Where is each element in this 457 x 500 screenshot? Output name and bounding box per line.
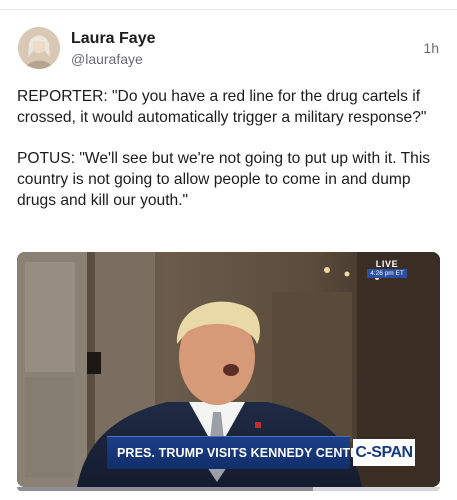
post-timestamp[interactable]: 1h <box>423 40 439 56</box>
avatar-photo-icon <box>18 27 60 69</box>
video-progress-bar[interactable] <box>17 487 440 491</box>
video-player[interactable]: LIVE 4:26 pm ET PRES. TRUMP VISITS KENNE… <box>17 252 440 487</box>
post-card[interactable]: Laura Faye @laurafaye 1h REPORTER: "Do y… <box>0 0 457 500</box>
news-chyron: PRES. TRUMP VISITS KENNEDY CENTER C-SPAN <box>107 436 415 469</box>
author-display-name[interactable]: Laura Faye <box>71 30 155 48</box>
post-paragraph-potus: POTUS: "We'll see but we're not going to… <box>17 150 431 209</box>
author-handle[interactable]: @laurafaye <box>71 51 143 67</box>
post-paragraph-reporter: REPORTER: "Do you have a red line for th… <box>17 88 427 126</box>
network-logo: C-SPAN <box>353 439 415 466</box>
chyron-headline: PRES. TRUMP VISITS KENNEDY CENTER <box>107 436 368 469</box>
post-body: REPORTER: "Do you have a red line for th… <box>17 87 442 233</box>
live-time: 4:26 pm ET <box>367 269 407 278</box>
live-label: LIVE <box>375 259 399 269</box>
author-avatar[interactable] <box>18 27 60 69</box>
video-progress-fill <box>17 487 314 491</box>
live-indicator: LIVE 4:26 pm ET <box>367 259 407 278</box>
